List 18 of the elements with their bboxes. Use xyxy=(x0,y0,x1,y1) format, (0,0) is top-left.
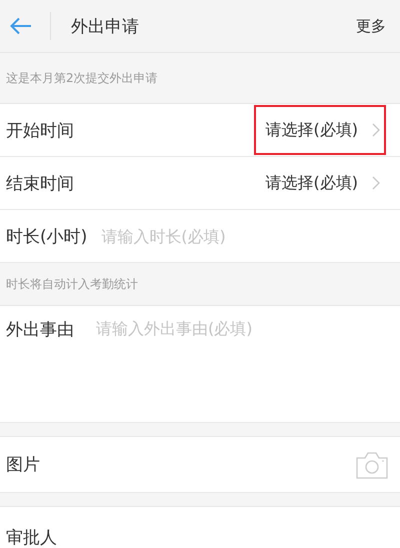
more-button[interactable]: 更多 xyxy=(352,12,390,40)
field-value: 请选择(必填) xyxy=(266,120,358,140)
field-label: 外出事由 xyxy=(6,319,74,341)
hint-text: 时长将自动计入考勤统计 xyxy=(0,263,400,306)
field-label: 时长(小时) xyxy=(6,226,88,248)
chevron-icon xyxy=(372,176,380,190)
notice-text: 这是本月第2次提交外出申请 xyxy=(0,53,400,104)
camera-icon[interactable] xyxy=(356,450,388,478)
back-arrow-icon xyxy=(10,17,32,35)
field-label: 审批人 xyxy=(6,526,57,548)
chevron-icon xyxy=(372,123,380,137)
text-area[interactable]: 请输入外出事由(必填) xyxy=(96,318,394,410)
page-title: 外出申请 xyxy=(71,16,140,38)
field-value: 请选择(必填) xyxy=(266,172,358,194)
field-label: 图片 xyxy=(6,454,40,476)
input-field[interactable]: 请输入时长(必填) xyxy=(99,226,394,246)
field-label: 开始时间 xyxy=(6,120,74,142)
field-label: 结束时间 xyxy=(6,172,74,194)
